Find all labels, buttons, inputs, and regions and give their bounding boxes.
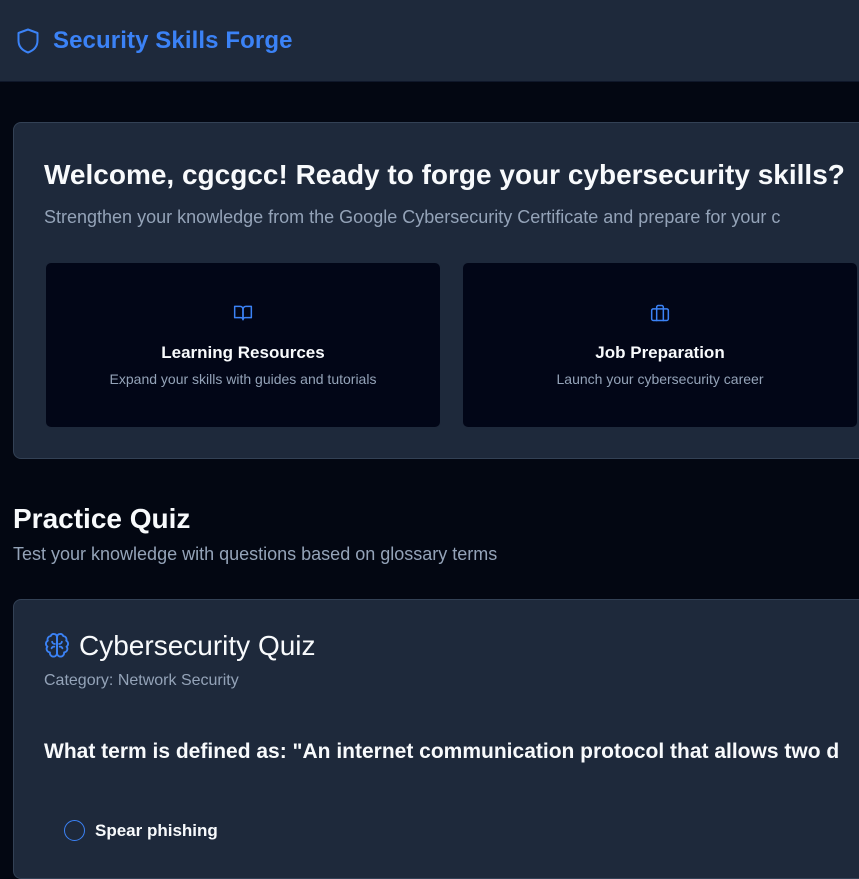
- tile-title: Learning Resources: [161, 343, 325, 362]
- welcome-card: Welcome, cgcgcc! Ready to forge your cyb…: [13, 122, 859, 459]
- welcome-title: Welcome, cgcgcc! Ready to forge your cyb…: [44, 159, 845, 190]
- job-preparation-card[interactable]: Job Preparation Launch your cybersecurit…: [462, 262, 858, 428]
- brain-icon: [44, 632, 70, 658]
- book-open-icon: [233, 303, 253, 323]
- tile-title: Job Preparation: [595, 343, 725, 362]
- shield-icon: [16, 28, 40, 54]
- learning-resources-card[interactable]: Learning Resources Expand your skills wi…: [45, 262, 441, 428]
- quiz-title: Cybersecurity Quiz: [79, 630, 316, 661]
- welcome-subtitle: Strengthen your knowledge from the Googl…: [44, 207, 781, 227]
- answer-radio[interactable]: [64, 820, 85, 841]
- answer-option[interactable]: Spear phishing: [64, 820, 218, 841]
- quiz-card: Cybersecurity Quiz Category: Network Sec…: [13, 599, 859, 879]
- practice-quiz-subtitle: Test your knowledge with questions based…: [13, 544, 498, 564]
- practice-quiz-heading: Practice Quiz: [13, 503, 191, 534]
- answer-option-label: Spear phishing: [95, 820, 218, 840]
- brand-title[interactable]: Security Skills Forge: [53, 27, 293, 55]
- briefcase-icon: [650, 303, 670, 323]
- tile-description: Launch your cybersecurity career: [556, 371, 764, 387]
- top-navigation-bar: Security Skills Forge: [0, 0, 859, 82]
- tile-description: Expand your skills with guides and tutor…: [109, 371, 377, 387]
- quiz-question: What term is defined as: "An internet co…: [44, 740, 840, 763]
- quiz-category: Category: Network Security: [44, 672, 239, 689]
